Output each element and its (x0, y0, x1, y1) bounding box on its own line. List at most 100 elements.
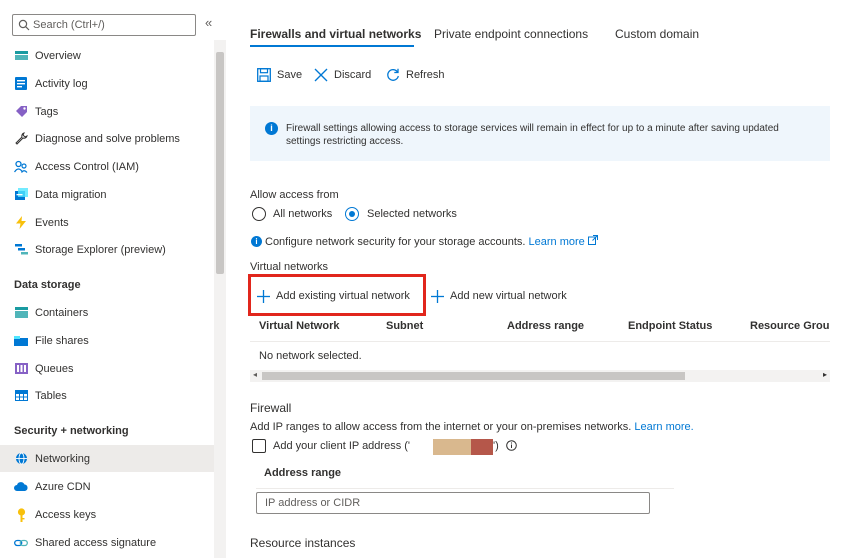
empty-table-text: No network selected. (259, 350, 362, 362)
search-box[interactable] (12, 14, 196, 36)
sidebar-item-label: Overview (35, 49, 81, 62)
sidebar-item-label: Queues (35, 362, 74, 375)
radio-selected-networks[interactable] (345, 207, 359, 221)
allow-access-label: Allow access from (250, 189, 339, 201)
tab-private-endpoint-connections[interactable]: Private endpoint connections (434, 27, 588, 41)
add-new-label: Add new virtual network (450, 290, 567, 302)
sidebar-item-networking[interactable]: Networking (0, 445, 214, 472)
section-security-networking: Security + networking (14, 425, 129, 437)
add-existing-virtual-network-button[interactable]: Add existing virtual network (257, 288, 410, 304)
column-header-subnet[interactable]: Subnet (386, 320, 423, 332)
add-existing-label: Add existing virtual network (276, 290, 410, 302)
sidebar-item-label: Containers (35, 306, 89, 319)
radio-all-networks[interactable] (252, 207, 266, 221)
tag-icon (14, 105, 28, 119)
sidebar-item-file-shares[interactable]: File shares (0, 327, 213, 354)
sidebar-item-label: Events (35, 216, 69, 229)
sidebar-item-label: Tags (35, 105, 59, 118)
tab-firewalls-and-virtual-networks[interactable]: Firewalls and virtual networks (250, 27, 421, 41)
sidebar-item-label: Activity log (35, 77, 88, 90)
discard-button[interactable]: Discard (314, 67, 371, 83)
add-client-ip-checkbox[interactable] (252, 439, 266, 453)
sidebar-item-activity-log[interactable]: Activity log (0, 70, 213, 97)
refresh-button[interactable]: Refresh (386, 67, 445, 83)
sidebar-item-storage-explorer[interactable]: Storage Explorer (preview) (0, 236, 213, 263)
scroll-right-icon[interactable]: ▸ (823, 370, 827, 379)
scroll-left-icon[interactable]: ◂ (253, 370, 257, 379)
redacted-ip (433, 439, 471, 455)
key-icon (14, 507, 28, 522)
lightning-icon (14, 216, 28, 230)
file-shares-icon (14, 334, 28, 348)
address-range-divider (256, 488, 674, 489)
refresh-label: Refresh (406, 69, 445, 81)
sidebar-item-label: Storage Explorer (preview) (35, 243, 166, 256)
info-banner: i Firewall settings allowing access to s… (250, 106, 830, 161)
sidebar-item-diagnose[interactable]: Diagnose and solve problems (0, 125, 213, 152)
search-icon (18, 19, 30, 31)
info-icon[interactable] (506, 440, 517, 451)
link-icon (14, 536, 28, 550)
column-header-address-range[interactable]: Address range (507, 320, 584, 332)
sidebar-item-tags[interactable]: Tags (0, 98, 213, 125)
resource-instances-heading: Resource instances (250, 536, 356, 550)
wrench-icon (14, 132, 28, 146)
sidebar-scrollbar-thumb[interactable] (216, 52, 224, 274)
add-new-virtual-network-button[interactable]: Add new virtual network (431, 288, 567, 304)
close-icon (314, 68, 328, 82)
sidebar-item-access-keys[interactable]: Access keys (0, 501, 213, 528)
external-link-icon[interactable] (587, 235, 598, 245)
section-data-storage: Data storage (14, 279, 81, 291)
learn-more-link[interactable]: Learn more (529, 236, 585, 248)
info-banner-text: Firewall settings allowing access to sto… (286, 123, 779, 147)
virtual-networks-heading: Virtual networks (250, 261, 329, 273)
tables-icon (14, 389, 28, 403)
search-input[interactable] (33, 17, 193, 33)
firewall-learn-more-link[interactable]: Learn more. (634, 421, 693, 433)
radio-all-networks-label[interactable]: All networks (273, 208, 332, 220)
info-icon: i (265, 122, 278, 135)
sidebar-item-azure-cdn[interactable]: Azure CDN (0, 473, 213, 500)
table-divider (250, 341, 830, 342)
column-header-endpoint-status[interactable]: Endpoint Status (628, 320, 712, 332)
people-icon (14, 160, 28, 174)
sidebar-item-overview[interactable]: Overview (0, 42, 213, 69)
queues-icon (14, 362, 28, 376)
sidebar-item-containers[interactable]: Containers (0, 299, 213, 326)
tab-custom-domain[interactable]: Custom domain (615, 27, 699, 41)
table-horizontal-scrollbar[interactable]: ◂ ▸ (250, 370, 830, 382)
configure-note: Configure network security for your stor… (265, 235, 598, 248)
save-icon (257, 68, 271, 82)
sidebar-item-label: Access keys (35, 508, 97, 521)
sidebar-item-label: Shared access signature (35, 536, 157, 549)
collapse-sidebar-icon[interactable]: « (205, 15, 212, 30)
sidebar-item-iam[interactable]: Access Control (IAM) (0, 153, 213, 180)
column-header-resource-group[interactable]: Resource Group (750, 320, 830, 332)
client-ip-suffix: ') (493, 440, 499, 452)
sidebar-item-tables[interactable]: Tables (0, 382, 213, 409)
sidebar-item-data-migration[interactable]: Data migration (0, 181, 213, 208)
column-header-virtual-network[interactable]: Virtual Network (259, 320, 340, 332)
save-button[interactable]: Save (257, 67, 302, 83)
firewall-description-text: Add IP ranges to allow access from the i… (250, 421, 632, 433)
radio-selected-networks-label[interactable]: Selected networks (367, 208, 457, 220)
activity-log-icon (14, 77, 28, 91)
save-label: Save (277, 69, 303, 81)
active-tab-indicator (250, 45, 414, 47)
sidebar-item-label: Tables (35, 389, 67, 402)
address-range-header: Address range (264, 467, 342, 479)
data-migration-icon (14, 188, 28, 202)
sidebar-item-shared-access-signature[interactable]: Shared access signature (0, 529, 213, 556)
firewall-heading: Firewall (250, 401, 292, 415)
sidebar-item-events[interactable]: Events (0, 209, 213, 236)
add-client-ip-label[interactable]: Add your client IP address (' (273, 440, 410, 452)
sidebar-item-label: File shares (35, 334, 89, 347)
configure-note-text: Configure network security for your stor… (265, 236, 526, 248)
overview-icon (14, 49, 28, 63)
plus-icon (431, 289, 444, 303)
table-scrollbar-thumb[interactable] (262, 372, 685, 380)
info-icon: i (251, 236, 262, 247)
sidebar-item-label: Networking (35, 452, 91, 465)
sidebar-item-queues[interactable]: Queues (0, 355, 213, 382)
ip-address-input[interactable] (256, 492, 650, 514)
